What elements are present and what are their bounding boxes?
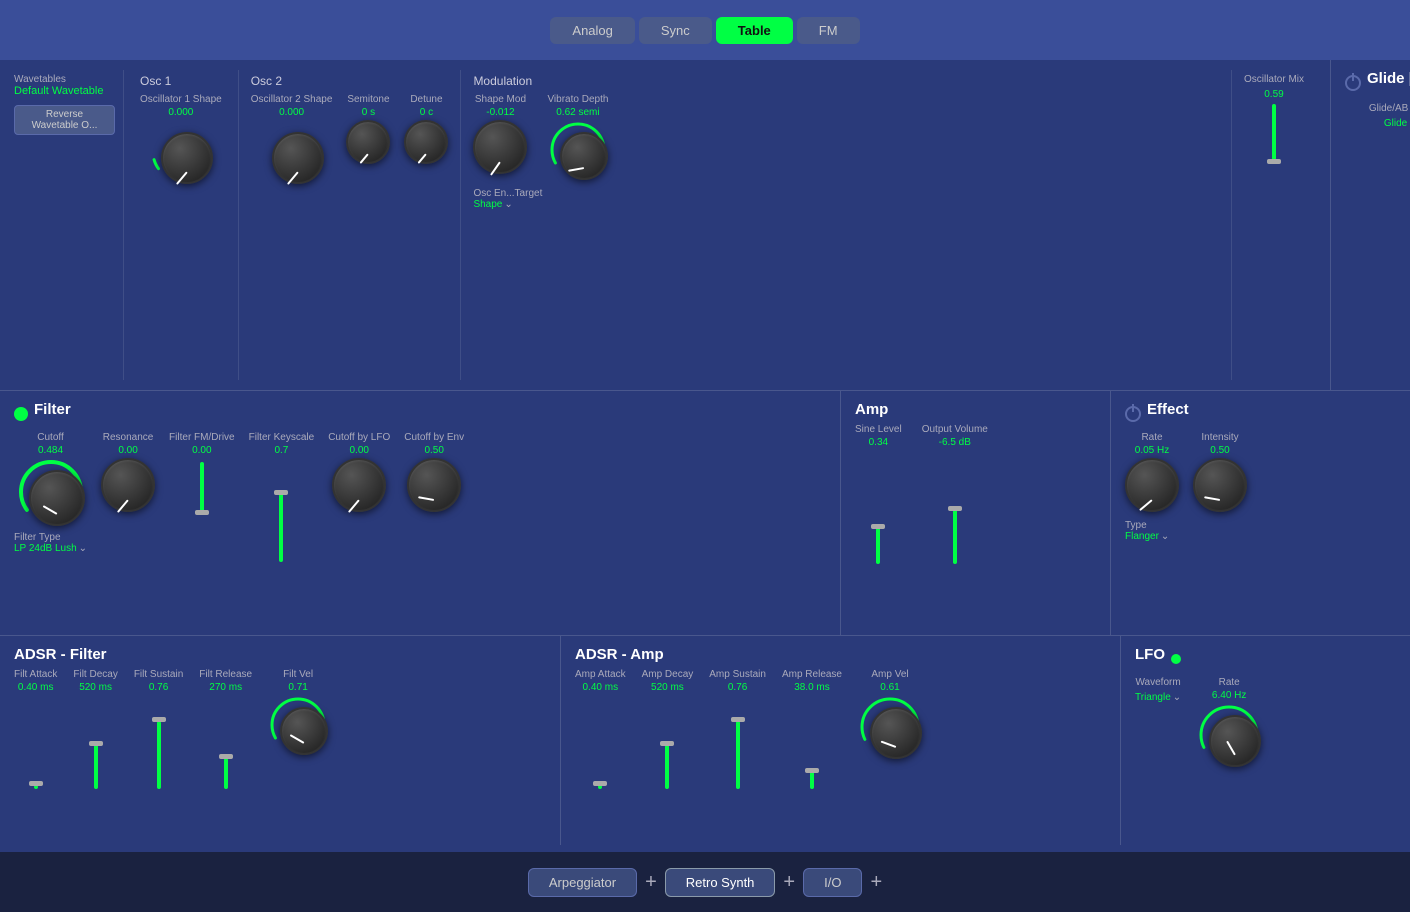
effect-power-icon[interactable] [1125, 406, 1141, 422]
cutoff-env-knob-inner [407, 458, 461, 512]
adsr-lfo-row: ADSR - Filter Filt Attack 0.40 ms Filt D… [0, 635, 1410, 845]
osc1-section: Osc 1 Oscillator 1 Shape 0.000 [124, 70, 239, 380]
osc1-shape-knob[interactable]: Oscillator 1 Shape 0.000 [140, 94, 222, 184]
adsr-filter-section: ADSR - Filter Filt Attack 0.40 ms Filt D… [0, 636, 560, 845]
filter-type-arrow: ⌄ [79, 543, 87, 554]
amp-release-slider[interactable]: Amp Release 38.0 ms [782, 669, 842, 789]
filt-attack-slider[interactable]: Filt Attack 0.40 ms [14, 669, 57, 789]
lfo-dot [1171, 654, 1181, 664]
effect-rate-knob[interactable]: Rate 0.05 Hz [1125, 432, 1179, 512]
sine-level-slider[interactable]: Sine Level 0.34 [855, 424, 902, 564]
modulation-section: Modulation Shape Mod -0.012 Vibrato Dept… [461, 70, 1232, 380]
resonance-knob[interactable]: Resonance 0.00 [101, 432, 155, 512]
osc1-title: Osc 1 [140, 74, 222, 88]
cutoff-lfo-knob[interactable]: Cutoff by LFO 0.00 [328, 432, 390, 512]
bottom-bar: Arpeggiator + Retro Synth + I/O + [0, 852, 1410, 912]
detune-knob-inner [404, 120, 448, 164]
tab-sync[interactable]: Sync [639, 17, 712, 44]
osc-env-dropdown-arrow: ⌄ [504, 199, 512, 210]
amp-attack-slider[interactable]: Amp Attack 0.40 ms [575, 669, 626, 789]
lfo-waveform: Waveform Triangle ⌄ [1135, 677, 1181, 703]
oscillators-panel: Wavetables Default Wavetable Reverse Wav… [0, 60, 1330, 390]
vibrato-knob[interactable]: Vibrato Depth 0.62 semi [547, 94, 608, 180]
top-bar: Analog Sync Table FM [0, 0, 1410, 60]
effect-intensity-knob-inner [1193, 458, 1247, 512]
shape-mod-knob-inner [473, 120, 527, 174]
retro-synth-button[interactable]: Retro Synth [665, 868, 776, 897]
add-far-right-button[interactable]: + [870, 871, 882, 894]
osc2-detune-knob[interactable]: Detune 0 c [404, 94, 448, 164]
cutoff-env-knob[interactable]: Cutoff by Env 0.50 [404, 432, 464, 512]
effect-rate-knob-inner [1125, 458, 1179, 512]
oscillators-row: Wavetables Default Wavetable Reverse Wav… [0, 60, 1410, 390]
osc2-title: Osc 2 [251, 74, 449, 88]
lfo-waveform-arrow: ⌄ [1173, 692, 1181, 703]
filt-sustain-slider[interactable]: Filt Sustain 0.76 [134, 669, 183, 789]
adsr-amp-section: ADSR - Amp Amp Attack 0.40 ms Amp Decay … [560, 636, 1120, 845]
osc1-shape-ring[interactable] [149, 120, 213, 184]
lfo-section: LFO Waveform Triangle ⌄ Rate 6.40 Hz [1120, 636, 1410, 845]
filter-power-icon[interactable] [14, 407, 28, 421]
glide-panel: Glide | Bend Glide/AB Type Glide ⌄ Glide… [1330, 60, 1410, 390]
wavetable-value[interactable]: Default Wavetable [14, 85, 115, 97]
amp-decay-slider[interactable]: Amp Decay 520 ms [642, 669, 694, 789]
add-left-button[interactable]: + [645, 871, 657, 894]
osc2-section: Osc 2 Oscillator 2 Shape 0.000 [239, 70, 462, 380]
arpeggiator-button[interactable]: Arpeggiator [528, 868, 637, 897]
amp-vel-knob[interactable]: Amp Vel 0.61 [858, 669, 922, 759]
amp-section: Amp Sine Level 0.34 Output Volume -6.5 d… [840, 391, 1110, 635]
output-volume-slider[interactable]: Output Volume -6.5 dB [922, 424, 988, 564]
filter-amp-effect-row: Filter Cutoff 0.484 Filter Type [0, 390, 1410, 635]
tab-fm[interactable]: FM [797, 17, 860, 44]
glide-type: Glide/AB Type Glide ⌄ [1345, 103, 1410, 129]
cutoff-lfo-knob-inner [332, 458, 386, 512]
tab-table[interactable]: Table [716, 17, 793, 44]
amp-sustain-slider[interactable]: Amp Sustain 0.76 [709, 669, 766, 789]
cutoff-knob[interactable]: Cutoff 0.484 Filter Type LP 24dB Lush [14, 432, 87, 554]
osc2-semitone-knob[interactable]: Semitone 0 s [346, 94, 390, 164]
add-right-button[interactable]: + [783, 871, 795, 894]
modulation-title: Modulation [473, 74, 1219, 88]
filt-release-slider[interactable]: Filt Release 270 ms [199, 669, 252, 789]
effect-type-arrow: ⌄ [1161, 531, 1169, 542]
semitone-knob-inner [346, 120, 390, 164]
filt-decay-slider[interactable]: Filt Decay 520 ms [73, 669, 117, 789]
reverse-wavetable-button[interactable]: Reverse Wavetable O... [14, 105, 115, 135]
osc1-shape-knob-inner [161, 132, 213, 184]
filter-section: Filter Cutoff 0.484 Filter Type [0, 391, 840, 635]
keyscale-slider[interactable]: Filter Keyscale 0.7 [249, 432, 315, 562]
osc2-shape-knob[interactable]: Oscillator 2 Shape 0.000 [251, 94, 333, 184]
effect-intensity-knob[interactable]: Intensity 0.50 [1193, 432, 1247, 512]
filt-vel-knob[interactable]: Filt Vel 0.71 [268, 669, 328, 755]
lfo-rate-knob[interactable]: Rate 6.40 Hz [1197, 677, 1261, 767]
osc-mix-slider[interactable] [1272, 104, 1276, 224]
io-button[interactable]: I/O [803, 868, 862, 897]
fm-drive-slider[interactable]: Filter FM/Drive 0.00 [169, 432, 235, 562]
wavetables-label: Wavetables [14, 74, 115, 85]
osc-mix-section: Oscillator Mix 0.59 [1232, 70, 1316, 380]
shape-mod-knob[interactable]: Shape Mod -0.012 [473, 94, 527, 174]
glide-time: Glide/AB Time 10.0 ms [1345, 137, 1410, 227]
resonance-knob-inner [101, 458, 155, 512]
tab-analog[interactable]: Analog [550, 17, 634, 44]
glide-power-icon[interactable] [1345, 75, 1361, 91]
main-content: Wavetables Default Wavetable Reverse Wav… [0, 60, 1410, 852]
effect-section: Effect Rate 0.05 Hz Intensity 0.50 Type … [1110, 391, 1410, 635]
